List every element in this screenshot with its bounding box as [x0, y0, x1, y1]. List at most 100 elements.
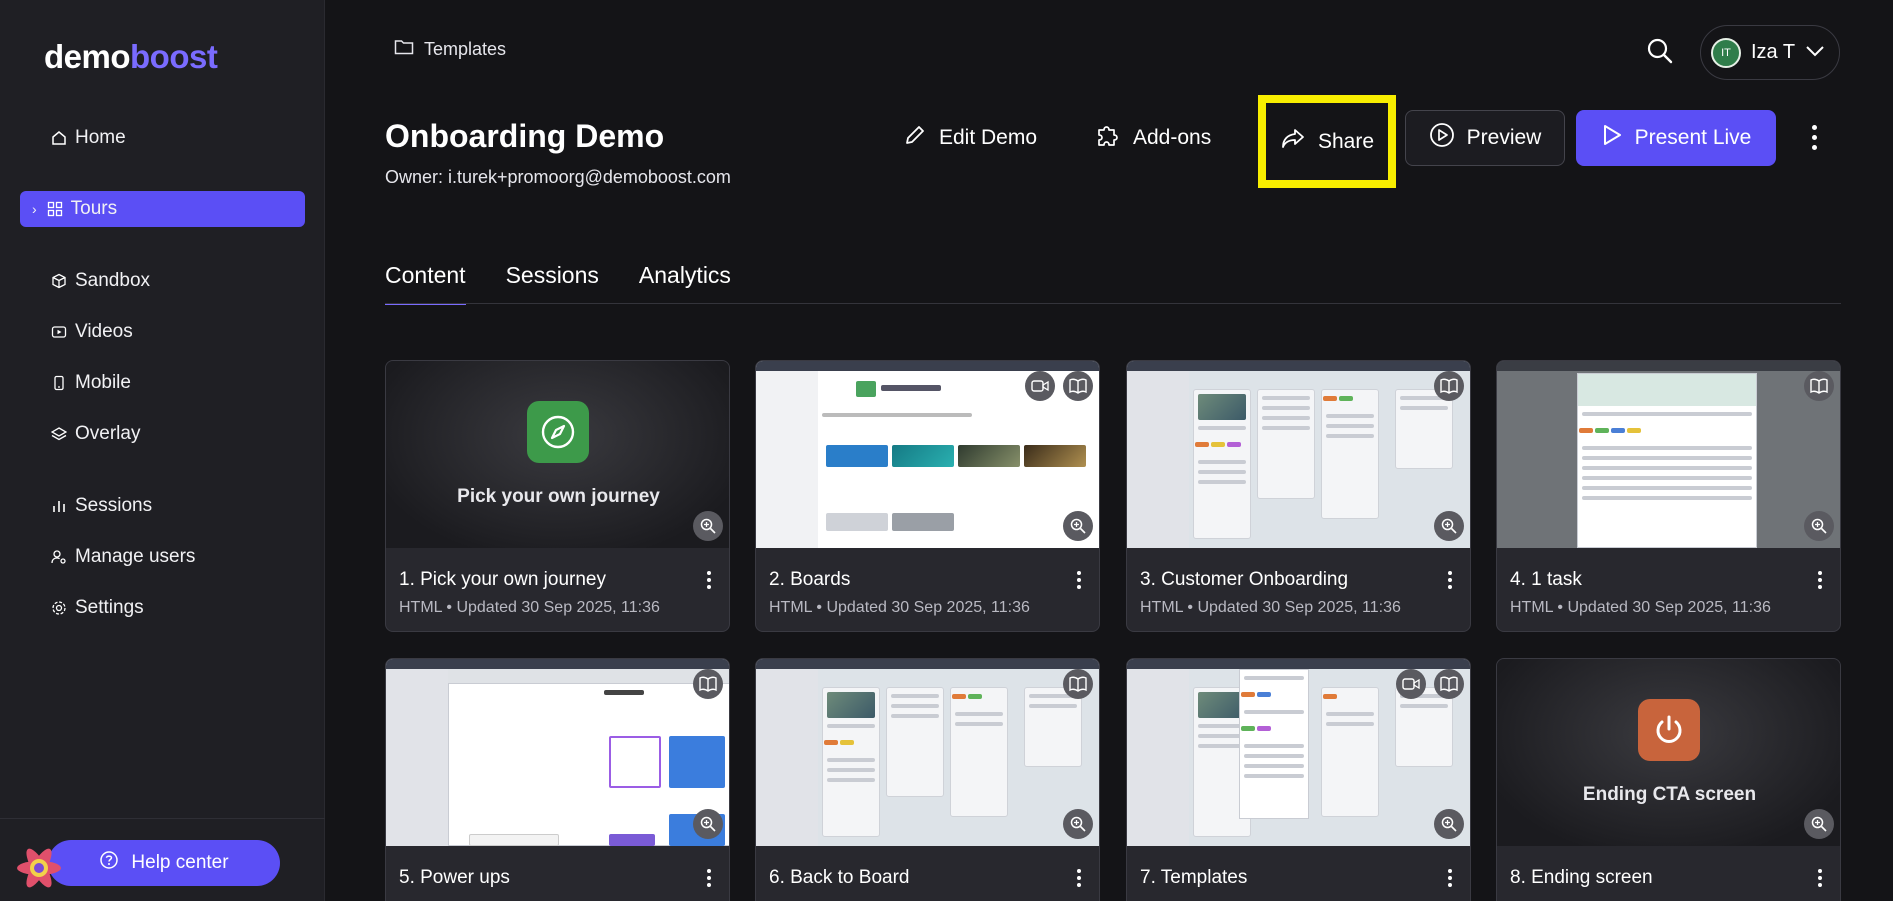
slide-card[interactable]: 6. Back to Board	[755, 658, 1100, 901]
slide-thumbnail[interactable]	[756, 659, 1099, 846]
book-icon[interactable]	[1063, 669, 1093, 699]
user-gear-icon	[49, 547, 69, 567]
cube-icon	[49, 271, 69, 291]
share-button[interactable]: Share	[1258, 95, 1396, 188]
tab-sessions[interactable]: Sessions	[506, 262, 599, 305]
sidebar-item-label: Manage users	[75, 546, 196, 567]
thumbnail-graphic	[886, 687, 944, 797]
book-icon[interactable]	[1434, 371, 1464, 401]
user-name: Iza T	[1751, 41, 1796, 63]
book-icon[interactable]	[1063, 371, 1093, 401]
slide-card[interactable]: 4. 1 task HTML • Updated 30 Sep 2025, 11…	[1496, 360, 1841, 632]
sidebar-item-sandbox[interactable]: Sandbox	[49, 263, 150, 299]
zoom-in-icon[interactable]	[1063, 809, 1093, 839]
zoom-in-icon[interactable]	[693, 511, 723, 541]
card-more-icon[interactable]	[707, 869, 711, 887]
card-more-icon[interactable]	[1077, 869, 1081, 887]
video-badge-icon[interactable]	[1396, 669, 1426, 699]
more-options-icon[interactable]	[1800, 122, 1828, 152]
search-icon[interactable]	[1645, 36, 1675, 66]
thumbnail-graphic	[1127, 659, 1470, 669]
sidebar-item-sessions[interactable]: Sessions	[49, 488, 152, 524]
user-menu[interactable]: IT Iza T	[1700, 25, 1840, 80]
bug-report-icon[interactable]	[14, 845, 64, 891]
card-more-icon[interactable]	[1818, 571, 1822, 589]
help-center-button[interactable]: Help center	[48, 840, 280, 886]
sidebar-item-manage-users[interactable]: Manage users	[49, 539, 195, 575]
book-icon[interactable]	[693, 669, 723, 699]
mobile-icon	[49, 373, 69, 393]
present-live-label: Present Live	[1634, 126, 1752, 149]
edit-demo-label: Edit Demo	[939, 126, 1038, 149]
slide-title: 8. Ending screen	[1510, 867, 1653, 888]
card-more-icon[interactable]	[1448, 869, 1452, 887]
share-label: Share	[1317, 129, 1375, 153]
card-more-icon[interactable]	[1818, 869, 1822, 887]
slide-thumbnail[interactable]	[1127, 361, 1470, 548]
slide-thumbnail[interactable]	[386, 659, 729, 846]
slide-title: 6. Back to Board	[769, 867, 910, 888]
layers-icon	[49, 424, 69, 444]
zoom-in-icon[interactable]	[693, 809, 723, 839]
sidebar-item-label: Overlay	[75, 423, 141, 444]
sidebar-item-mobile[interactable]: Mobile	[49, 365, 131, 401]
present-live-button[interactable]: Present Live	[1576, 110, 1776, 166]
video-badge-icon[interactable]	[1025, 371, 1055, 401]
card-more-icon[interactable]	[1448, 571, 1452, 589]
preview-button[interactable]: Preview	[1405, 110, 1565, 166]
slide-thumbnail[interactable]	[756, 361, 1099, 548]
thumbnail-graphic	[1127, 371, 1189, 548]
help-center-label: Help center	[131, 852, 229, 873]
zoom-in-icon[interactable]	[1804, 511, 1834, 541]
sidebar-item-label: Sessions	[75, 495, 153, 516]
slide-card[interactable]: 5. Power ups	[385, 658, 730, 901]
logo[interactable]: demoboost	[44, 38, 218, 76]
grid-icon	[45, 199, 65, 219]
card-more-icon[interactable]	[1077, 571, 1081, 589]
sidebar-item-overlay[interactable]: Overlay	[49, 416, 140, 452]
folder-icon	[394, 38, 414, 61]
sidebar: demoboost Home › Tours Sandbox Videos Mo…	[0, 0, 325, 901]
thumbnail-graphic	[1577, 373, 1757, 548]
breadcrumb[interactable]: Templates	[394, 38, 506, 61]
slide-card[interactable]: 2. Boards HTML • Updated 30 Sep 2025, 11…	[755, 360, 1100, 632]
sidebar-item-settings[interactable]: Settings	[49, 590, 144, 626]
thumbnail-graphic	[826, 513, 888, 531]
compass-icon	[527, 401, 589, 463]
slide-card[interactable]: 7. Templates	[1126, 658, 1471, 901]
slide-thumbnail[interactable]: Ending CTA screen	[1497, 659, 1840, 846]
slide-title: 5. Power ups	[399, 867, 510, 888]
thumbnail-graphic	[881, 385, 941, 391]
slide-title: 7. Templates	[1140, 867, 1248, 888]
card-more-icon[interactable]	[707, 571, 711, 589]
thumbnail-graphic	[822, 687, 880, 837]
tab-analytics[interactable]: Analytics	[639, 262, 731, 305]
edit-demo-button[interactable]: Edit Demo	[903, 110, 1037, 166]
thumbnail-graphic	[756, 659, 1099, 669]
slide-card[interactable]: Ending CTA screen 8. Ending screen	[1496, 658, 1841, 901]
question-circle-icon	[99, 850, 119, 876]
slide-thumbnail[interactable]: Pick your own journey	[386, 361, 729, 548]
thumbnail-graphic	[1127, 669, 1189, 846]
thumbnail-graphic	[386, 659, 729, 669]
sidebar-item-videos[interactable]: Videos	[49, 314, 133, 350]
addons-button[interactable]: Add-ons	[1095, 110, 1211, 166]
zoom-in-icon[interactable]	[1434, 511, 1464, 541]
slide-thumbnail[interactable]	[1127, 659, 1470, 846]
zoom-in-icon[interactable]	[1063, 511, 1093, 541]
zoom-in-icon[interactable]	[1434, 809, 1464, 839]
book-icon[interactable]	[1434, 669, 1464, 699]
thumbnail-graphic	[826, 445, 888, 467]
zoom-in-icon[interactable]	[1804, 809, 1834, 839]
tab-content[interactable]: Content	[385, 262, 466, 305]
slide-meta: HTML • Updated 30 Sep 2025, 11:36	[1510, 599, 1771, 616]
slide-card[interactable]: 3. Customer Onboarding HTML • Updated 30…	[1126, 360, 1471, 632]
sidebar-item-home[interactable]: Home	[49, 120, 126, 156]
book-icon[interactable]	[1804, 371, 1834, 401]
thumbnail-graphic	[1321, 389, 1379, 519]
sidebar-item-tours[interactable]: › Tours	[20, 191, 305, 227]
slide-card[interactable]: Pick your own journey 1. Pick your own j…	[385, 360, 730, 632]
slide-thumbnail[interactable]	[1497, 361, 1840, 548]
slide-meta: HTML • Updated 30 Sep 2025, 11:36	[399, 599, 660, 616]
sidebar-item-label: Settings	[75, 597, 144, 618]
